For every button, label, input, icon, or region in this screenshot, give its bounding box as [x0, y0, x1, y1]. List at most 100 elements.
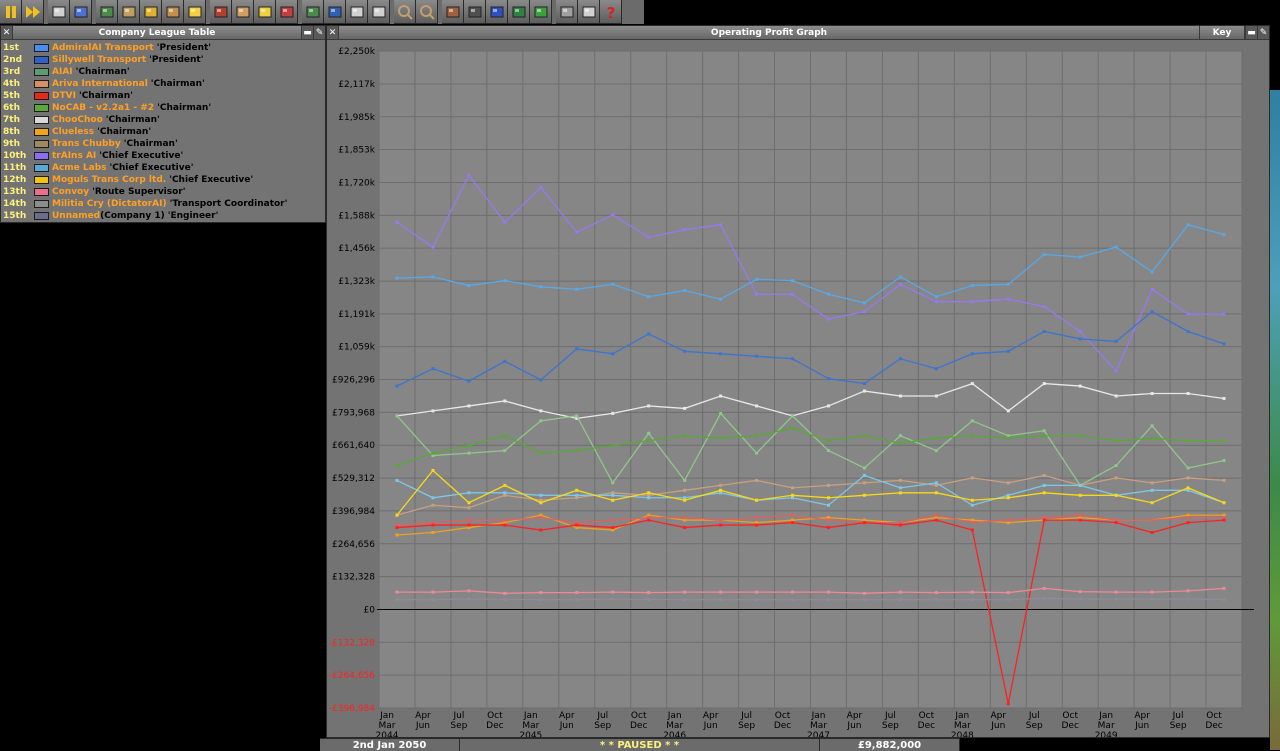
- y-tick-label: £396,984: [332, 507, 375, 517]
- x-tick-label-month: Jan: [954, 711, 969, 721]
- pause-icon[interactable]: [0, 0, 22, 24]
- close-icon[interactable]: ✕: [327, 26, 339, 39]
- series-point: [683, 349, 687, 353]
- road-vehicle-list-icon[interactable]: [324, 0, 346, 24]
- series-point: [647, 496, 651, 500]
- sticky-icon[interactable]: ✎: [1257, 26, 1269, 39]
- fast-forward-icon[interactable]: [22, 0, 44, 24]
- settings-icon[interactable]: [48, 0, 70, 24]
- build-water-icon[interactable]: [486, 0, 508, 24]
- series-point: [431, 451, 435, 455]
- series-point: [431, 468, 435, 472]
- league-row[interactable]: 6th NoCAB - v2.2a1 - #2 'Chairman': [3, 102, 325, 114]
- president-title: 'Engineer': [167, 211, 219, 221]
- series-point: [1186, 589, 1190, 593]
- series-point: [431, 523, 435, 527]
- build-road-icon[interactable]: [464, 0, 486, 24]
- build-air-icon[interactable]: [508, 0, 530, 24]
- league-row[interactable]: 1st AdmiralAI Transport 'President': [3, 42, 325, 54]
- series-point: [395, 478, 399, 482]
- landscaping-icon[interactable]: [530, 0, 552, 24]
- company-name: AIAI: [52, 67, 73, 77]
- graph-titlebar[interactable]: ✕ Operating Profit Graph Key ▬ ✎: [327, 26, 1269, 40]
- series-point: [539, 516, 543, 520]
- league-row[interactable]: 3rd AIAI 'Chairman': [3, 66, 325, 78]
- y-tick-label: £529,312: [332, 474, 375, 484]
- station-list-icon[interactable]: [162, 0, 184, 24]
- series-point: [791, 513, 795, 517]
- league-row[interactable]: 5th DTVI 'Chairman': [3, 90, 325, 102]
- league-row[interactable]: 15th Unnamed (Company 1) 'Engineer': [3, 210, 325, 222]
- series-point: [862, 310, 866, 314]
- series-point: [970, 590, 974, 594]
- build-rail-icon[interactable]: [442, 0, 464, 24]
- company-color-icon: [34, 200, 49, 208]
- series-point: [719, 598, 723, 602]
- series-point: [898, 441, 902, 445]
- finances-icon[interactable]: [184, 0, 206, 24]
- music-icon[interactable]: [556, 0, 578, 24]
- close-icon[interactable]: ✕: [1, 26, 13, 39]
- svg-text:?: ?: [606, 4, 615, 21]
- key-button[interactable]: Key: [1199, 26, 1245, 39]
- graphs-icon[interactable]: [276, 0, 298, 24]
- series-point: [719, 223, 723, 227]
- league-row[interactable]: 14th Militia Cry (DictatorAI) 'Transport C…: [3, 198, 325, 210]
- company-icon[interactable]: [210, 0, 232, 24]
- build-air-icon-glyph: [512, 6, 525, 17]
- train-list-icon[interactable]: [302, 0, 324, 24]
- league-row[interactable]: 13th Convoy 'Route Supervisor': [3, 186, 325, 198]
- series-point: [934, 598, 938, 602]
- series-point: [1150, 590, 1154, 594]
- league-titlebar[interactable]: ✕ Company League Table ▬ ✎: [1, 26, 325, 40]
- league-table-icon[interactable]: [254, 0, 276, 24]
- zoom-in-icon[interactable]: [394, 0, 416, 24]
- y-tick-label: £661,640: [332, 441, 375, 451]
- series-point: [539, 598, 543, 602]
- messages-icon[interactable]: [578, 0, 600, 24]
- zoom-out-icon[interactable]: [416, 0, 438, 24]
- series-point: [683, 516, 687, 520]
- president-title: 'Chairman': [105, 115, 160, 125]
- league-row[interactable]: 10th trAIns AI 'Chief Executive': [3, 150, 325, 162]
- sticky-icon[interactable]: ✎: [313, 26, 325, 39]
- story-icon[interactable]: [232, 0, 254, 24]
- x-tick-label-month: Jul: [740, 711, 752, 721]
- league-row[interactable]: 9th Trans Chubby 'Chairman': [3, 138, 325, 150]
- series-point: [1042, 429, 1046, 433]
- series-point: [898, 478, 902, 482]
- league-row[interactable]: 11th Acme Labs 'Chief Executive': [3, 162, 325, 174]
- series-point: [467, 451, 471, 455]
- company-name: AdmiralAI Transport: [52, 43, 154, 53]
- league-row[interactable]: 7th ChooChoo 'Chairman': [3, 114, 325, 126]
- shade-icon[interactable]: ▬: [1245, 26, 1257, 39]
- ship-list-icon[interactable]: [346, 0, 368, 24]
- league-row[interactable]: 12th Moguls Trans Corp ltd. 'Chief Executi…: [3, 174, 325, 186]
- series-point: [791, 493, 795, 497]
- map-viewport-edge[interactable]: [1270, 90, 1280, 750]
- x-tick-label-month2: Jun: [559, 721, 574, 731]
- x-tick-label-month: Jul: [596, 711, 608, 721]
- save-icon[interactable]: [70, 0, 92, 24]
- series-point: [683, 289, 687, 293]
- series-point: [934, 300, 938, 304]
- x-tick-label-month: Apr: [703, 711, 719, 721]
- aircraft-list-icon[interactable]: [368, 0, 390, 24]
- shade-icon[interactable]: ▬: [301, 26, 313, 39]
- league-row[interactable]: 2nd Sillywell Transport 'President': [3, 54, 325, 66]
- league-row[interactable]: 8th Clueless 'Chairman': [3, 126, 325, 138]
- series-point: [826, 449, 830, 453]
- series-point: [431, 496, 435, 500]
- league-row[interactable]: 4th Ariva International 'Chairman': [3, 78, 325, 90]
- series-point: [647, 491, 651, 495]
- status-money[interactable]: £9,882,000: [820, 739, 960, 751]
- minimap-icon[interactable]: [96, 0, 118, 24]
- series-point: [467, 597, 471, 601]
- subsidies-icon[interactable]: [140, 0, 162, 24]
- series-point: [575, 347, 579, 351]
- series-point: [1006, 282, 1010, 286]
- series-point: [1150, 392, 1154, 396]
- help-icon[interactable]: ?: [600, 0, 622, 24]
- company-suffix: (Company 1): [100, 211, 165, 221]
- town-directory-icon[interactable]: [118, 0, 140, 24]
